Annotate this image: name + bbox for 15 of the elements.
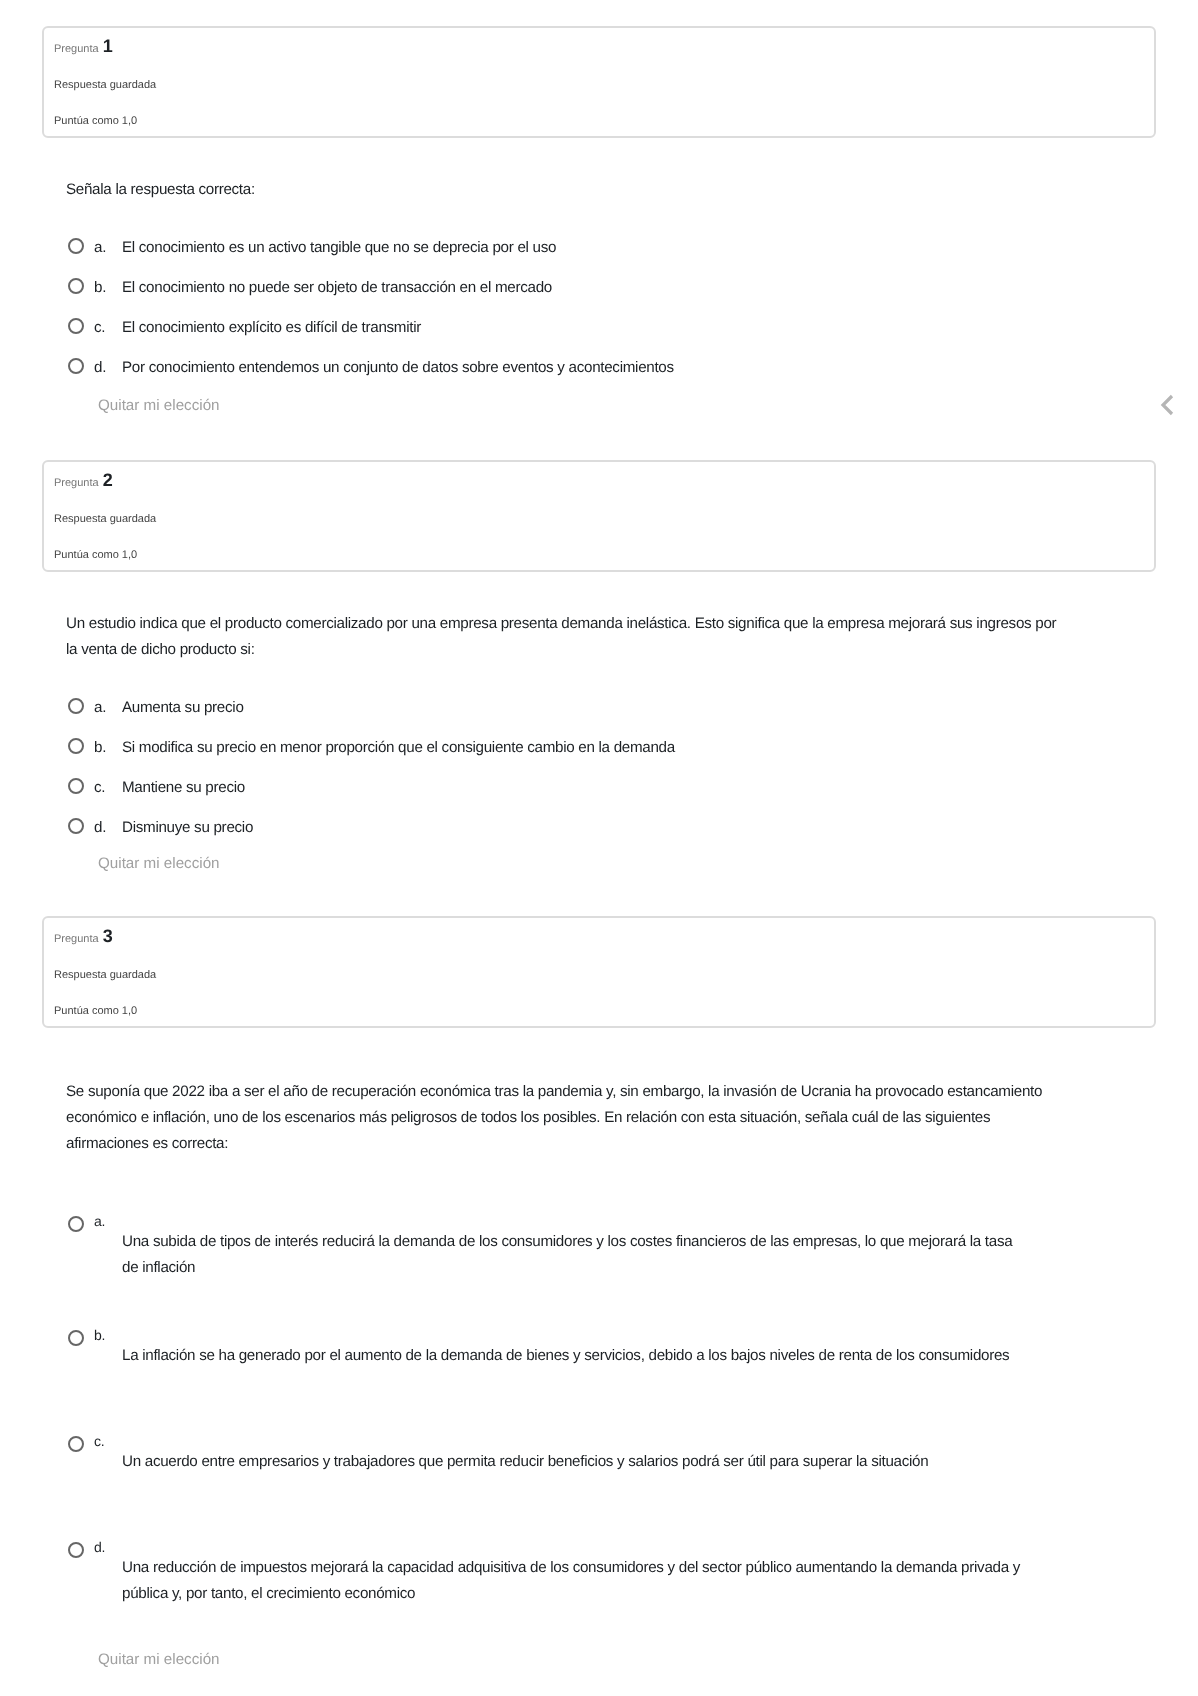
radio-button[interactable]: [68, 738, 84, 754]
radio-button[interactable]: [68, 1216, 84, 1232]
radio-button[interactable]: [68, 358, 84, 374]
question-number: 2: [102, 470, 113, 490]
radio-button[interactable]: [68, 1330, 84, 1346]
question-number: 1: [102, 36, 113, 56]
radio-button[interactable]: [68, 818, 84, 834]
radio-button[interactable]: [68, 238, 84, 254]
radio-button[interactable]: [68, 1436, 84, 1452]
radio-button[interactable]: [68, 778, 84, 794]
radio-button[interactable]: [68, 698, 84, 714]
question-number: 3: [102, 926, 113, 946]
radio-button[interactable]: [68, 1542, 84, 1558]
radio-button[interactable]: [68, 318, 84, 334]
radio-button[interactable]: [68, 278, 84, 294]
